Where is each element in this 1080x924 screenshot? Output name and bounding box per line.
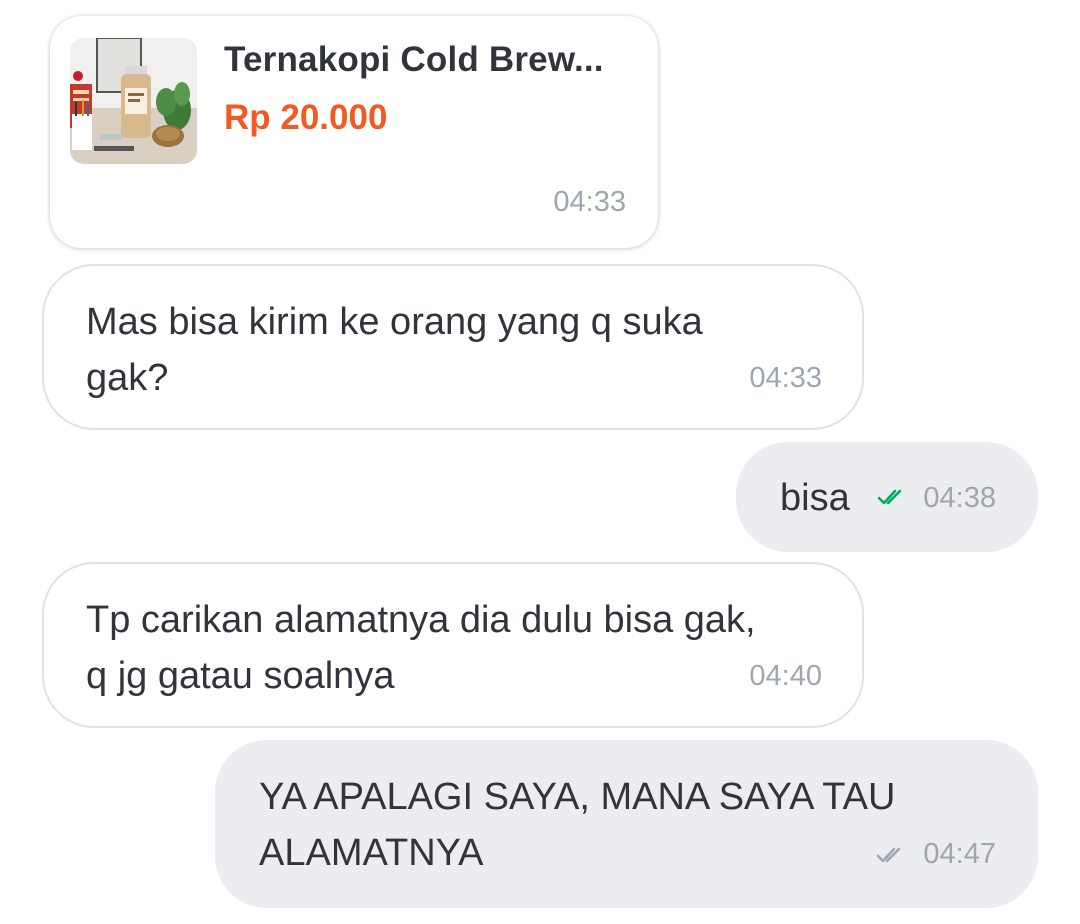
incoming-message-bubble[interactable]: Tp carikan alamatnya dia dulu bisa gak, …: [42, 562, 864, 728]
incoming-message-bubble[interactable]: Mas bisa kirim ke orang yang q suka gak?…: [42, 264, 864, 430]
product-price: Rp 20.000: [224, 98, 388, 137]
product-image[interactable]: [70, 38, 197, 164]
message-text-line: Mas bisa kirim ke orang yang q suka: [86, 301, 703, 343]
message-text-line: ALAMATNYA: [259, 832, 484, 874]
message-text-line: bisa: [780, 477, 850, 519]
product-card[interactable]: Ternakopi Cold Brew... Rp 20.000 04:33: [50, 16, 658, 248]
double-check-read-icon: [878, 489, 902, 505]
message-text-line: q jg gatau soalnya: [86, 655, 395, 697]
double-check-delivered-icon: [877, 847, 901, 863]
outgoing-message-bubble[interactable]: bisa 04:38: [736, 442, 1038, 552]
message-text-line: YA APALAGI SAYA, MANA SAYA TAU: [259, 776, 896, 818]
message-time: 04:47: [923, 838, 996, 870]
outgoing-message-bubble[interactable]: YA APALAGI SAYA, MANA SAYA TAU ALAMATNYA…: [215, 740, 1038, 908]
message-time: 04:33: [553, 186, 626, 218]
message-time: 04:33: [749, 362, 822, 394]
message-time: 04:38: [923, 482, 996, 514]
message-time: 04:40: [749, 660, 822, 692]
product-name[interactable]: Ternakopi Cold Brew...: [224, 40, 604, 80]
message-text-line: gak?: [86, 357, 169, 399]
message-text-line: Tp carikan alamatnya dia dulu bisa gak,: [86, 599, 756, 641]
